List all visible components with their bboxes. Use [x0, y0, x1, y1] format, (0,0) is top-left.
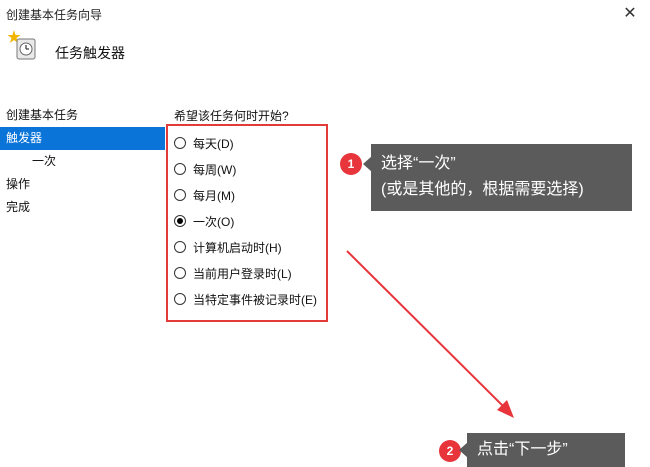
radio-label: 当特定事件被记录时(E): [193, 292, 317, 307]
sidebar-item-action[interactable]: 操作: [0, 173, 165, 196]
task-clock-icon: [6, 30, 38, 62]
step-2-badge: 2: [439, 440, 461, 462]
radio-label: 当前用户登录时(L): [193, 266, 292, 281]
callout-line-2: (或是其他的，根据需要选择): [381, 181, 584, 198]
radio-button[interactable]: [174, 137, 186, 149]
radio-label: 每周(W): [193, 162, 237, 177]
radio-once[interactable]: 一次(O): [174, 212, 234, 230]
radio-label: 计算机启动时(H): [193, 240, 282, 255]
radio-button[interactable]: [174, 241, 186, 253]
window-title: 创建基本任务向导: [6, 8, 103, 22]
radio-button[interactable]: [174, 163, 186, 175]
trigger-question: 希望该任务何时开始?: [174, 109, 289, 123]
radio-button[interactable]: [174, 293, 186, 305]
radio-label: 一次(O): [193, 214, 235, 229]
radio-button[interactable]: [174, 215, 186, 227]
sidebar-item-once[interactable]: 一次: [0, 150, 165, 173]
radio-button[interactable]: [174, 189, 186, 201]
sidebar-item-trigger[interactable]: 触发器: [0, 127, 165, 150]
step-1-badge: 1: [340, 153, 362, 175]
step-2-callout: 点击“下一步”: [467, 433, 625, 467]
radio-event-logged[interactable]: 当特定事件被记录时(E): [174, 290, 317, 308]
radio-label: 每月(M): [193, 188, 235, 203]
page-title: 任务触发器: [55, 45, 125, 61]
radio-label: 每天(D): [193, 136, 234, 151]
sidebar-item-finish[interactable]: 完成: [0, 196, 165, 219]
radio-weekly[interactable]: 每周(W): [174, 160, 236, 178]
callout-line-1: 选择“一次”: [381, 155, 456, 172]
sidebar-item-create-basic-task[interactable]: 创建基本任务: [0, 104, 165, 127]
close-icon[interactable]: ✕: [620, 3, 640, 23]
radio-button[interactable]: [174, 267, 186, 279]
wizard-sidebar: 创建基本任务 触发器 一次 操作 完成: [0, 104, 165, 219]
radio-monthly[interactable]: 每月(M): [174, 186, 235, 204]
step-1-callout: 选择“一次” (或是其他的，根据需要选择): [371, 144, 632, 211]
radio-computer-startup[interactable]: 计算机启动时(H): [174, 238, 282, 256]
radio-daily[interactable]: 每天(D): [174, 134, 234, 152]
radio-user-logon[interactable]: 当前用户登录时(L): [174, 264, 292, 282]
